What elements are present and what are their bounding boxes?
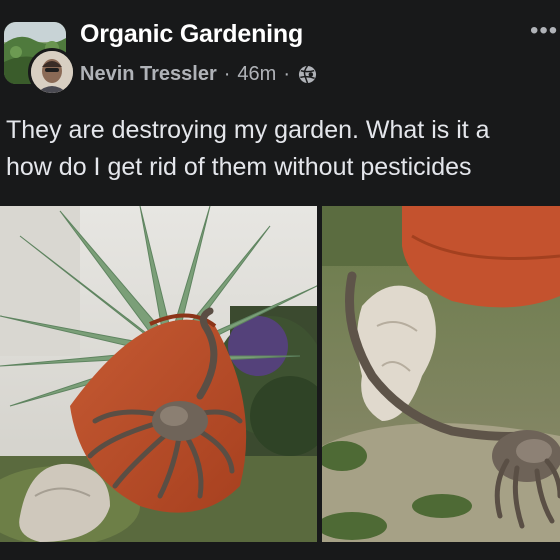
photo-left[interactable] <box>0 206 317 542</box>
post-text-line-2: how do I get rid of them without pestici… <box>6 153 472 181</box>
author-avatar[interactable] <box>28 48 76 96</box>
author-name-link[interactable]: Nevin Tressler <box>80 63 217 86</box>
post-meta: Nevin Tressler · 46m · <box>80 61 317 87</box>
post-text: They are destroying my garden. What is i… <box>6 112 560 186</box>
meta-separator: · <box>223 62 231 85</box>
post-header: Organic Gardening Nevin Tressler · 46m ·… <box>0 0 560 100</box>
photo-right[interactable] <box>322 206 560 542</box>
post-text-line-1: They are destroying my garden. What is i… <box>6 116 490 144</box>
post-photos <box>0 206 560 542</box>
bottom-bar <box>0 542 560 560</box>
more-options-icon[interactable]: ••• <box>530 19 558 43</box>
group-name-link[interactable]: Organic Gardening <box>80 20 303 49</box>
post-timestamp[interactable]: 46m <box>237 63 276 86</box>
globe-icon[interactable] <box>298 64 317 84</box>
meta-separator-2: · <box>283 62 290 85</box>
